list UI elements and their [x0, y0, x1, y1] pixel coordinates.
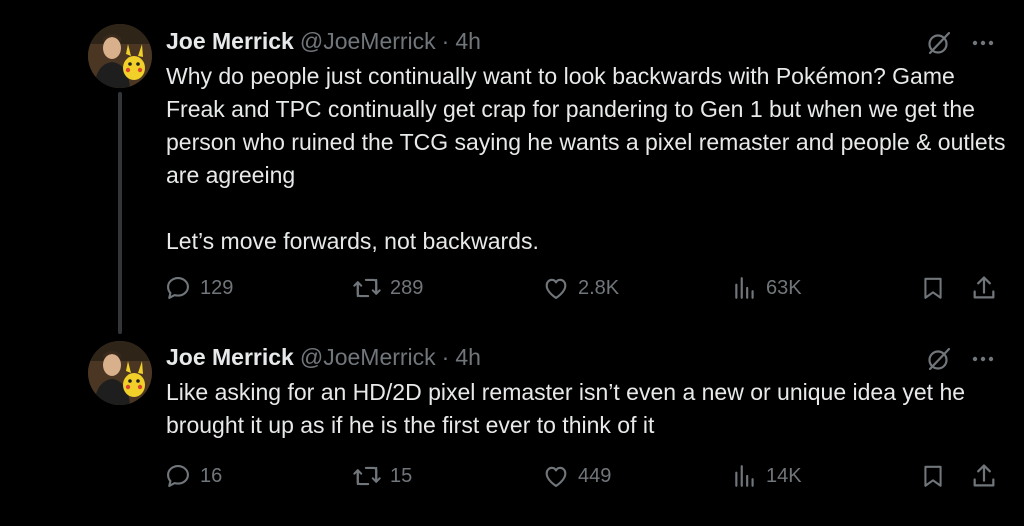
separator: · [441, 27, 450, 54]
tweet-top-icons [926, 346, 994, 372]
reply-button[interactable]: 16 [164, 462, 222, 490]
share-button[interactable] [970, 274, 998, 302]
tweet-header: Joe Merrick @JoeMerrick · 4h [166, 26, 481, 56]
timestamp[interactable]: 4h [455, 28, 481, 55]
views-icon [735, 465, 754, 487]
timestamp[interactable]: 4h [455, 344, 481, 371]
like-icon [545, 466, 567, 487]
author-handle[interactable]: @JoeMerrick [300, 28, 436, 55]
author-name[interactable]: Joe Merrick [166, 28, 294, 55]
repost-button[interactable]: 15 [352, 462, 412, 490]
share-button[interactable] [970, 462, 998, 490]
reply-button[interactable]: 129 [164, 274, 233, 302]
repost-icon [353, 466, 381, 486]
bookmark-icon [924, 277, 942, 299]
avatar[interactable] [88, 24, 152, 88]
tweet-actions: 129 289 2.8K 63K [164, 274, 1000, 304]
like-count: 2.8K [578, 276, 620, 299]
tweet-header: Joe Merrick @JoeMerrick · 4h [166, 342, 481, 372]
reply-count: 16 [200, 464, 223, 487]
tweet-top-icons [926, 30, 994, 56]
avatar[interactable] [88, 341, 152, 405]
author-name[interactable]: Joe Merrick [166, 344, 294, 371]
bookmark-button[interactable] [920, 462, 946, 490]
share-icon [973, 464, 995, 487]
like-icon [545, 278, 567, 299]
bookmark-icon [924, 465, 942, 487]
views-button[interactable]: 14K [732, 462, 802, 490]
like-count: 449 [578, 464, 612, 487]
views-button[interactable]: 63K [732, 274, 802, 302]
reply-count: 129 [200, 276, 234, 299]
tweet-text: Why do people just continually want to l… [166, 63, 1006, 254]
tweet-text: Like asking for an HD/2D pixel remaster … [166, 379, 972, 438]
more-icon[interactable] [972, 40, 994, 46]
view-count: 14K [766, 464, 802, 487]
author-handle[interactable]: @JoeMerrick [300, 344, 436, 371]
repost-button[interactable]: 289 [352, 274, 423, 302]
reply-icon [167, 465, 189, 487]
tweet-actions: 16 15 449 14K [164, 462, 1000, 492]
bookmark-button[interactable] [920, 274, 946, 302]
share-icon [973, 276, 995, 299]
repost-count: 15 [390, 464, 413, 487]
like-button[interactable]: 2.8K [542, 274, 619, 302]
repost-count: 289 [390, 276, 424, 299]
reply-icon [167, 277, 189, 299]
grok-icon[interactable] [926, 346, 952, 372]
grok-icon[interactable] [926, 30, 952, 56]
repost-icon [353, 278, 381, 298]
thread-line [118, 92, 122, 334]
more-icon[interactable] [972, 356, 994, 362]
views-icon [735, 277, 754, 299]
separator: · [441, 343, 450, 370]
view-count: 63K [766, 276, 802, 299]
like-button[interactable]: 449 [542, 462, 611, 490]
